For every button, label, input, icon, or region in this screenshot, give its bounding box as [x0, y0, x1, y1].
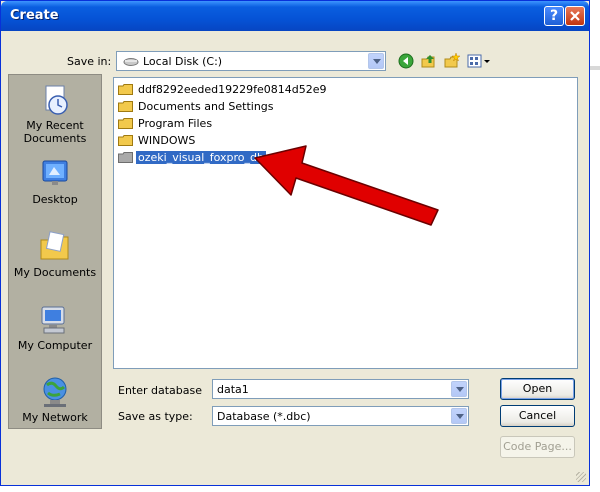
- dialog-title: Create: [10, 8, 59, 23]
- drive-icon: [123, 58, 139, 66]
- my-documents-icon: [38, 230, 72, 264]
- close-button[interactable]: [565, 6, 585, 26]
- recent-documents-icon: [38, 83, 72, 117]
- place-my-documents[interactable]: My Documents: [9, 230, 101, 279]
- new-folder-icon[interactable]: [444, 52, 461, 69]
- my-computer-icon: [38, 303, 72, 337]
- place-label: My Documents: [13, 266, 97, 279]
- my-network-icon: [38, 375, 72, 409]
- create-dialog: Create ? Save in: Local Disk (C:) My Rec…: [0, 0, 590, 486]
- title-bar[interactable]: Create ?: [1, 1, 589, 31]
- chevron-down-icon[interactable]: [451, 381, 467, 397]
- view-menu-icon[interactable]: [467, 53, 493, 69]
- place-label: My Recent Documents: [23, 119, 87, 145]
- folder-icon: [118, 135, 133, 146]
- folder-icon: [118, 118, 133, 129]
- close-icon: [570, 11, 580, 21]
- up-folder-icon[interactable]: [421, 53, 437, 69]
- folder-icon: [118, 84, 133, 95]
- open-button[interactable]: Open: [500, 378, 575, 400]
- folder-icon: [118, 152, 133, 163]
- desktop-icon: [38, 157, 72, 191]
- save-in-label: Save in:: [67, 55, 112, 68]
- save-in-value: Local Disk (C:): [143, 55, 223, 68]
- place-recent-documents[interactable]: My Recent Documents: [9, 83, 101, 145]
- place-label: Desktop: [32, 193, 78, 206]
- database-name-field[interactable]: data1: [212, 379, 469, 399]
- place-desktop[interactable]: Desktop: [9, 157, 101, 206]
- file-list[interactable]: ddf8292eeded19229fe0814d52e9 Documents a…: [113, 77, 578, 369]
- chevron-down-icon[interactable]: [368, 53, 384, 69]
- save-as-type-value: Database (*.dbc): [217, 410, 311, 423]
- places-bar: My Recent Documents Desktop My Documents…: [8, 74, 102, 429]
- save-as-type-label: Save as type:: [118, 410, 193, 423]
- resize-grip[interactable]: [576, 472, 586, 482]
- save-in-dropdown[interactable]: Local Disk (C:): [116, 51, 386, 71]
- back-icon[interactable]: [398, 53, 414, 69]
- database-name-value: data1: [217, 383, 249, 396]
- place-my-network[interactable]: My Network: [9, 375, 101, 424]
- cancel-button[interactable]: Cancel: [500, 405, 575, 427]
- place-label: My Network: [22, 411, 88, 424]
- place-label: My Computer: [17, 339, 93, 352]
- place-my-computer[interactable]: My Computer: [9, 303, 101, 352]
- help-button[interactable]: ?: [544, 6, 564, 26]
- chevron-down-icon[interactable]: [451, 408, 467, 424]
- save-as-type-dropdown[interactable]: Database (*.dbc): [212, 406, 469, 426]
- code-page-button[interactable]: Code Page...: [500, 436, 575, 458]
- enter-database-label: Enter database: [118, 384, 203, 397]
- folder-icon: [118, 101, 133, 112]
